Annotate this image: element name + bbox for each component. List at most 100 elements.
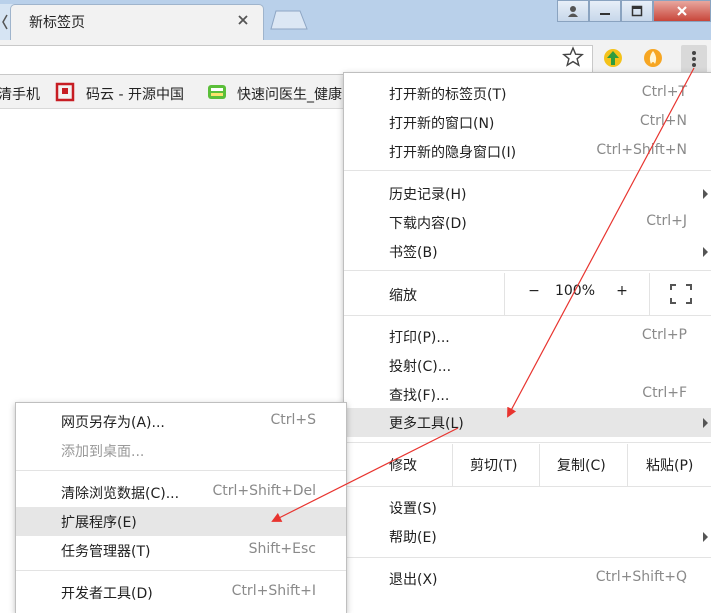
- menu-separator: [344, 315, 711, 316]
- tab-strip: 新标签页: [0, 0, 711, 41]
- more-vert-icon: [692, 51, 696, 67]
- menu-item-incognito[interactable]: 打开新的隐身窗口(I) Ctrl+Shift+N: [344, 137, 711, 166]
- menu-item-label: 清除浏览数据(C)...: [61, 486, 180, 502]
- gitee-logo-icon: [55, 82, 75, 102]
- menu-item-shortcut: Ctrl+Shift+N: [596, 142, 687, 158]
- extension-flame-icon[interactable]: [643, 48, 663, 68]
- menu-item-label: 打开新的窗口(N): [389, 116, 495, 132]
- menu-item-new-window[interactable]: 打开新的窗口(N) Ctrl+N: [344, 108, 711, 137]
- submenu-arrow-icon: [703, 418, 708, 428]
- maximize-icon[interactable]: [621, 0, 653, 22]
- menu-separator: [649, 273, 650, 315]
- menu-item-label: 设置(S): [389, 501, 437, 517]
- extension-shield-icon[interactable]: [603, 48, 623, 68]
- minimize-icon[interactable]: [589, 0, 621, 22]
- menu-item-label: 退出(X): [389, 572, 438, 588]
- menu-item-shortcut: Ctrl+F: [642, 385, 687, 401]
- menu-item-exit[interactable]: 退出(X) Ctrl+Shift+Q: [344, 564, 711, 593]
- menu-item-shortcut: Ctrl+Shift+I: [231, 583, 316, 599]
- menu-separator: [344, 557, 711, 558]
- zoom-label: 缩放: [389, 288, 417, 304]
- window-controls: [557, 0, 711, 22]
- menu-item-label: 历史记录(H): [389, 187, 467, 203]
- menu-separator: [16, 570, 346, 571]
- paste-button[interactable]: 粘贴(P): [646, 455, 693, 475]
- menu-item-label: 打开新的隐身窗口(I): [389, 145, 517, 161]
- menu-separator: [627, 444, 628, 486]
- menu-item-shortcut: Ctrl+Shift+Q: [595, 569, 687, 585]
- submenu-item-save-page[interactable]: 网页另存为(A)... Ctrl+S: [16, 407, 346, 436]
- bookmark-item[interactable]: 码云 - 开源中国: [86, 84, 184, 104]
- menu-item-shortcut: Ctrl+Shift+Del: [212, 483, 316, 499]
- submenu-arrow-icon: [703, 189, 708, 199]
- zoom-out-button[interactable]: −: [524, 283, 544, 299]
- menu-separator: [344, 270, 711, 271]
- fullscreen-icon[interactable]: [670, 284, 692, 304]
- bookmark-star-icon[interactable]: [562, 46, 584, 68]
- menu-item-label: 打印(P)...: [389, 330, 450, 346]
- menu-separator: [504, 273, 505, 315]
- menu-item-label: 网页另存为(A)...: [61, 415, 165, 431]
- menu-item-downloads[interactable]: 下载内容(D) Ctrl+J: [344, 208, 711, 237]
- zoom-row: 缩放 − 100% +: [344, 273, 711, 315]
- more-tools-submenu: 网页另存为(A)... Ctrl+S 添加到桌面... 清除浏览数据(C)...…: [15, 402, 347, 613]
- bookmark-item[interactable]: 清手机: [0, 84, 40, 104]
- zoom-level: 100%: [554, 283, 596, 299]
- cut-button[interactable]: 剪切(T): [470, 455, 517, 475]
- edit-row: 修改 剪切(T) 复制(C) 粘贴(P): [344, 444, 711, 486]
- window-close-icon[interactable]: [653, 0, 711, 22]
- menu-item-label: 投射(C)...: [389, 359, 452, 375]
- menu-item-label: 扩展程序(E): [61, 515, 137, 531]
- menu-item-label: 任务管理器(T): [61, 544, 151, 560]
- chevron-left-icon: [2, 14, 8, 30]
- user-icon[interactable]: [557, 0, 589, 22]
- menu-item-shortcut: Ctrl+T: [641, 84, 687, 100]
- address-bar[interactable]: [0, 45, 593, 75]
- menu-item-label: 添加到桌面...: [61, 444, 145, 460]
- submenu-item-add-to-desktop[interactable]: 添加到桌面...: [16, 436, 346, 465]
- menu-item-history[interactable]: 历史记录(H): [344, 179, 711, 208]
- menu-separator: [452, 444, 453, 486]
- menu-item-label: 查找(F)...: [389, 388, 450, 404]
- new-tab-button[interactable]: [270, 10, 308, 30]
- menu-button[interactable]: [681, 45, 707, 73]
- menu-item-shortcut: Ctrl+N: [639, 113, 687, 129]
- menu-separator: [344, 170, 711, 171]
- close-icon[interactable]: [235, 12, 251, 28]
- menu-item-find[interactable]: 查找(F)... Ctrl+F: [344, 380, 711, 409]
- copy-button[interactable]: 复制(C): [557, 455, 606, 475]
- menu-separator: [344, 442, 711, 443]
- menu-item-shortcut: Ctrl+P: [641, 327, 687, 343]
- menu-item-label: 开发者工具(D): [61, 586, 153, 602]
- edit-label: 修改: [389, 458, 417, 474]
- menu-item-label: 书签(B): [389, 245, 438, 261]
- menu-separator: [344, 486, 711, 487]
- menu-item-help[interactable]: 帮助(E): [344, 522, 711, 551]
- menu-item-print[interactable]: 打印(P)... Ctrl+P: [344, 322, 711, 351]
- menu-separator: [16, 470, 346, 471]
- zoom-in-button[interactable]: +: [612, 283, 632, 299]
- tab-title: 新标签页: [29, 15, 85, 31]
- menu-item-label: 下载内容(D): [389, 216, 467, 232]
- menu-item-shortcut: Shift+Esc: [248, 541, 316, 557]
- chrome-main-menu: 打开新的标签页(T) Ctrl+T 打开新的窗口(N) Ctrl+N 打开新的隐…: [343, 72, 711, 613]
- menu-item-shortcut: Ctrl+J: [646, 213, 687, 229]
- menu-item-label: 打开新的标签页(T): [389, 87, 507, 103]
- menu-item-bookmarks[interactable]: 书签(B): [344, 237, 711, 266]
- menu-item-cast[interactable]: 投射(C)...: [344, 351, 711, 380]
- submenu-item-task-manager[interactable]: 任务管理器(T) Shift+Esc: [16, 536, 346, 565]
- menu-item-new-tab[interactable]: 打开新的标签页(T) Ctrl+T: [344, 79, 711, 108]
- menu-separator: [539, 444, 540, 486]
- menu-item-label: 更多工具(L): [389, 416, 464, 432]
- menu-item-settings[interactable]: 设置(S): [344, 493, 711, 522]
- submenu-item-clear-data[interactable]: 清除浏览数据(C)... Ctrl+Shift+Del: [16, 478, 346, 507]
- menu-item-shortcut: Ctrl+S: [270, 412, 316, 428]
- submenu-item-devtools[interactable]: 开发者工具(D) Ctrl+Shift+I: [16, 578, 346, 607]
- submenu-item-extensions[interactable]: 扩展程序(E): [16, 507, 346, 536]
- doctor-logo-icon: [208, 85, 226, 99]
- submenu-arrow-icon: [703, 532, 708, 542]
- submenu-arrow-icon: [703, 247, 708, 257]
- bookmark-item[interactable]: 快速问医生_健康: [237, 84, 342, 104]
- menu-item-more-tools[interactable]: 更多工具(L): [344, 408, 711, 437]
- browser-tab[interactable]: 新标签页: [10, 4, 264, 41]
